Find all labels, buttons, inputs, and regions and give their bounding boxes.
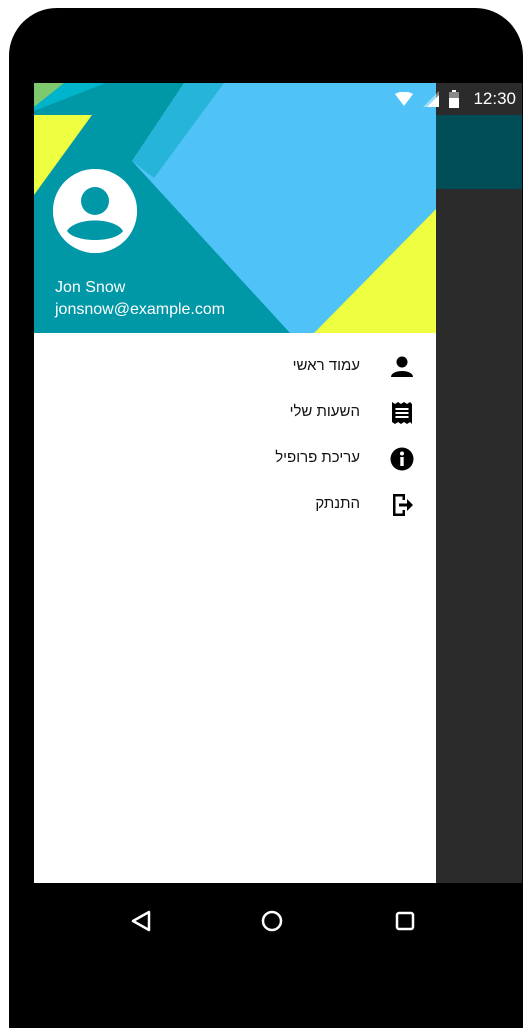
menu-item-label: השעות שלי — [289, 403, 360, 420]
menu-item-label: עמוד ראשי — [292, 357, 360, 374]
status-icons: 12:30 — [395, 83, 522, 115]
menu-item-label: עריכת פרופיל — [275, 449, 360, 466]
wifi-icon — [395, 92, 414, 106]
system-nav-bar — [9, 883, 523, 963]
receipt-icon — [392, 402, 412, 424]
person-icon — [391, 356, 413, 377]
battery-icon — [449, 90, 460, 108]
back-icon[interactable] — [123, 903, 159, 939]
menu-item-home[interactable]: עמוד ראשי — [34, 347, 436, 387]
menu-item-edit-profile[interactable]: עריכת פרופיל — [34, 439, 436, 479]
user-email: jonsnow@example.com — [55, 301, 226, 318]
logout-icon — [393, 494, 413, 516]
status-time: 12:30 — [473, 89, 516, 108]
menu-item-label: התנתק — [315, 495, 360, 512]
recents-icon[interactable] — [387, 903, 423, 939]
user-name: Jon Snow — [55, 279, 126, 296]
screen: Jon Snow jonsnow@example.com עמוד ראשי ה… — [34, 83, 522, 883]
navigation-drawer: Jon Snow jonsnow@example.com עמוד ראשי ה… — [34, 83, 436, 883]
menu-item-logout[interactable]: התנתק — [34, 485, 436, 525]
status-bar: 12:30 — [34, 83, 522, 115]
drawer-header: Jon Snow jonsnow@example.com — [34, 83, 436, 333]
account-circle-icon — [53, 169, 137, 253]
info-icon — [390, 447, 414, 471]
home-icon[interactable] — [254, 903, 290, 939]
phone-device: Jon Snow jonsnow@example.com עמוד ראשי ה… — [9, 8, 523, 1028]
avatar[interactable] — [53, 169, 137, 253]
menu-item-my-hours[interactable]: השעות שלי — [34, 393, 436, 433]
signal-icon — [423, 91, 440, 107]
